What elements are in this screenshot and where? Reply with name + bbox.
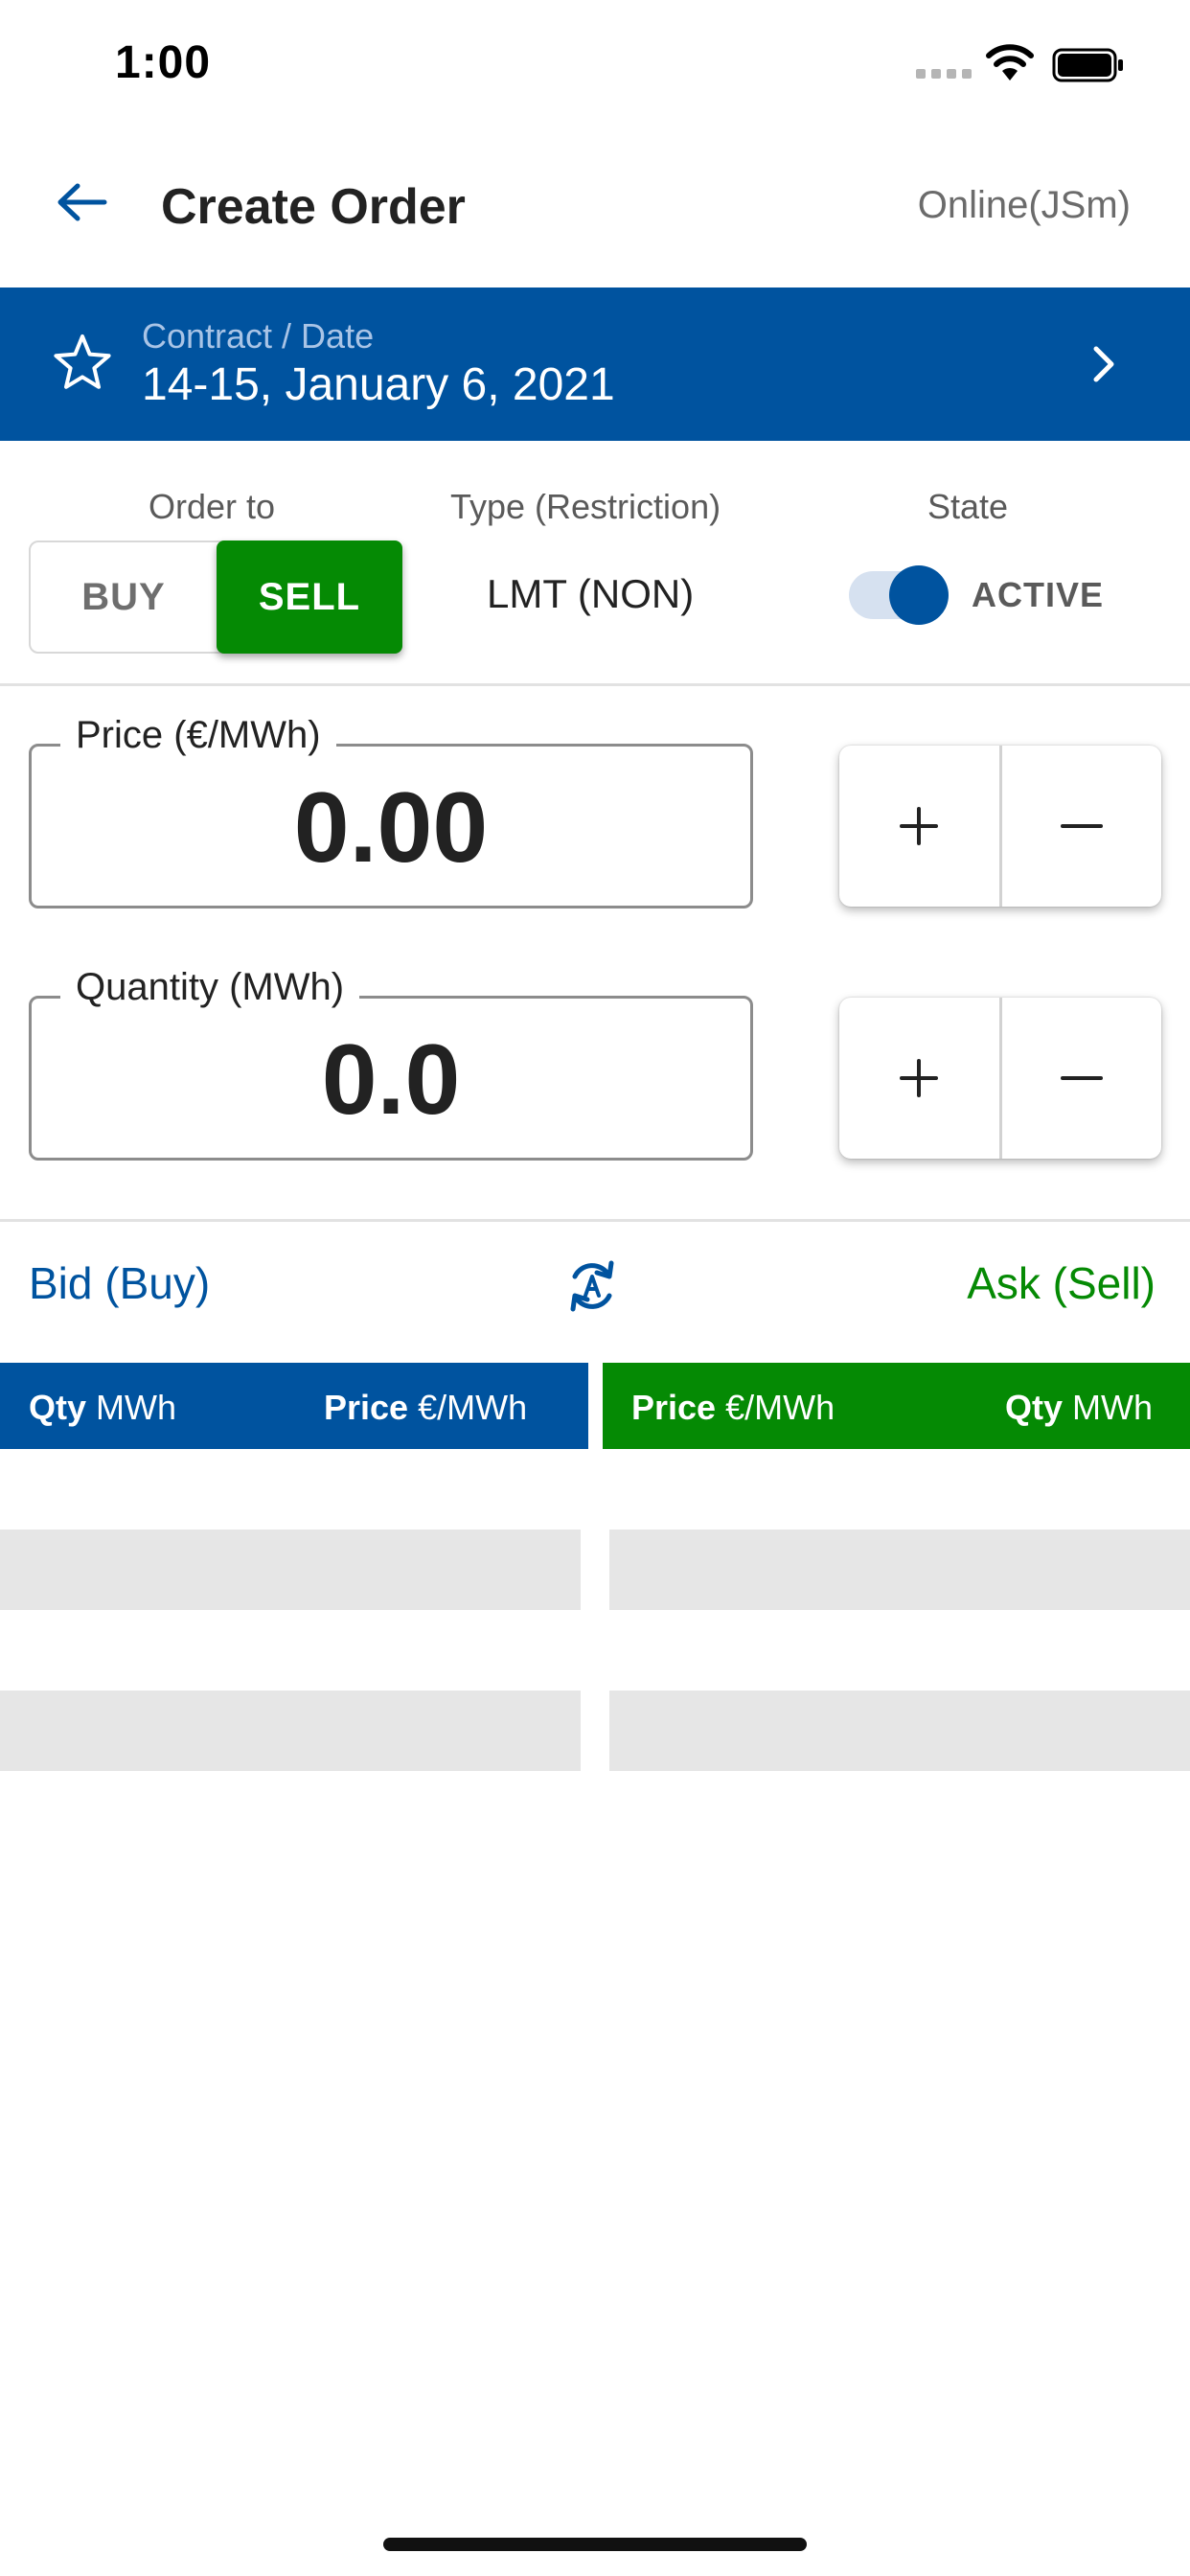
ask-price-column-header: Price €/MWh [631, 1388, 835, 1427]
ask-qty-column-header: Qty MWh [1005, 1388, 1154, 1427]
buy-button[interactable]: BUY [31, 542, 217, 652]
quantity-label: Quantity (MWh) [60, 966, 360, 1009]
bid-price-column-header: Price €/MWh [324, 1388, 528, 1427]
price-decrement-button[interactable] [998, 746, 1162, 907]
home-indicator[interactable] [383, 2538, 807, 2551]
bid-table-header: Qty MWh Price €/MWh [0, 1363, 588, 1449]
bid-qty-column-header: Qty MWh [29, 1388, 177, 1427]
bid-row-placeholder [0, 1690, 581, 1771]
state-switch[interactable] [845, 565, 949, 625]
bid-row-placeholder [0, 1530, 581, 1610]
arrow-left-icon [57, 183, 107, 221]
auto-refresh-icon[interactable] [563, 1255, 621, 1317]
quantity-stepper [839, 998, 1161, 1159]
app-header: Create Order Online(JSm) [0, 134, 1190, 288]
quantity-input[interactable]: Quantity (MWh) 0.0 [29, 966, 753, 1161]
cellular-signal-icon [916, 69, 973, 80]
order-config: Order to Type (Restriction) State BUY SE… [0, 441, 1190, 686]
status-bar: 1:00 [0, 0, 1190, 134]
star-icon[interactable] [52, 332, 113, 393]
order-side-toggle: BUY SELL [29, 540, 402, 654]
price-input[interactable]: Price (€/MWh) 0.00 [29, 714, 753, 908]
minus-icon [1060, 824, 1103, 828]
type-label: Type (Restriction) [450, 487, 721, 526]
ask-sell-tab[interactable]: Ask (Sell) [967, 1257, 1156, 1309]
section-divider [0, 1219, 1190, 1222]
price-label: Price (€/MWh) [60, 714, 336, 757]
plus-icon [900, 1059, 939, 1097]
battery-icon [1052, 48, 1123, 82]
status-time: 1:00 [115, 37, 212, 88]
chevron-right-icon [1093, 346, 1114, 382]
quantity-increment-button[interactable] [839, 998, 999, 1159]
wifi-icon [986, 44, 1034, 80]
quantity-decrement-button[interactable] [998, 998, 1162, 1159]
contract-value: 14-15, January 6, 2021 [142, 359, 615, 410]
state-value: ACTIVE [972, 575, 1105, 614]
switch-knob [889, 565, 949, 625]
contract-label: Contract / Date [142, 316, 375, 356]
price-value: 0.00 [293, 772, 489, 884]
sell-button[interactable]: SELL [217, 540, 402, 654]
connection-status: Online(JSm) [917, 184, 1131, 226]
price-stepper [839, 746, 1161, 907]
bid-buy-tab[interactable]: Bid (Buy) [29, 1257, 210, 1309]
ask-table-header: Price €/MWh Qty MWh [603, 1363, 1190, 1449]
type-restriction-selector[interactable]: LMT (NON) [487, 571, 694, 617]
minus-icon [1060, 1076, 1103, 1080]
back-button[interactable] [48, 169, 115, 236]
ask-row-placeholder [609, 1530, 1190, 1610]
page-title: Create Order [161, 179, 466, 235]
contract-selector[interactable]: Contract / Date 14-15, January 6, 2021 [0, 288, 1190, 441]
state-label: State [927, 487, 1009, 526]
ask-row-placeholder [609, 1690, 1190, 1771]
plus-icon [900, 807, 939, 845]
price-increment-button[interactable] [839, 746, 999, 907]
order-to-label: Order to [149, 487, 276, 526]
quantity-value: 0.0 [321, 1024, 461, 1136]
